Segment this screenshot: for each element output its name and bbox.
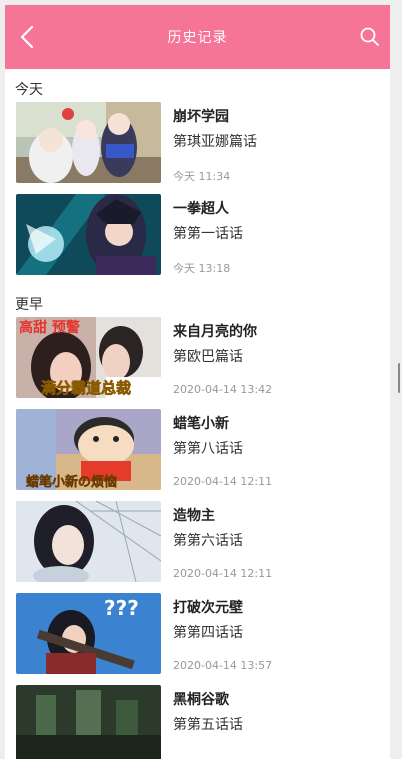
thumb-caption-bottom: 蜡笔小新の烦恼	[26, 474, 117, 490]
item-title: 打破次元壁	[173, 600, 243, 616]
history-item[interactable]: 造物主 第第六话话 2020-04-14 12:11	[5, 501, 390, 593]
item-episode: 第琪亚娜篇话	[173, 134, 257, 150]
header-bar: 历史记录	[5, 5, 390, 69]
item-episode: 第第五话话	[173, 717, 243, 733]
scrollbar[interactable]	[398, 363, 400, 393]
item-time: 2020-04-14 12:11	[173, 475, 273, 488]
thumb-caption-top: 高甜 预警	[19, 319, 80, 336]
item-episode: 第第六话话	[173, 533, 243, 549]
search-button[interactable]	[358, 25, 382, 49]
item-episode: 第第一话话	[173, 226, 243, 242]
item-time: 今天 11:34	[173, 170, 231, 183]
item-title: 一拳超人	[173, 201, 229, 217]
thumbnail	[16, 194, 161, 275]
section-today-label: 今天	[15, 82, 43, 98]
item-title: 来自月亮的你	[173, 324, 257, 340]
thumb-caption-bottom: 满分霸道总裁	[41, 379, 131, 397]
history-item[interactable]: 黑桐谷歌 第第五话话	[5, 685, 390, 759]
item-title: 黑桐谷歌	[173, 692, 229, 708]
history-item[interactable]: 崩坏学园 第琪亚娜篇话 今天 11:34	[5, 102, 390, 194]
search-icon	[360, 27, 379, 46]
section-earlier-label: 更早	[15, 297, 43, 313]
item-time: 2020-04-14 12:11	[173, 567, 273, 580]
page-title: 历史记录	[167, 30, 228, 46]
item-title: 崩坏学园	[173, 109, 229, 125]
item-time: 今天 13:18	[173, 262, 231, 275]
item-time: 2020-04-14 13:57	[173, 659, 273, 672]
history-item[interactable]: 蜡笔小新の烦恼 蜡笔小新 第第八话话 2020-04-14 12:11	[5, 409, 390, 501]
history-item[interactable]: 高甜 预警 满分霸道总裁 来自月亮的你 第欧巴篇话 2020-04-14 13:…	[5, 317, 390, 409]
item-title: 蜡笔小新	[173, 416, 229, 432]
item-episode: 第欧巴篇话	[173, 349, 243, 365]
app-frame: 历史记录 今天 崩坏学园 第琪亚娜篇话 今天 11:34 一拳超人 第第一话话 …	[5, 5, 390, 759]
item-time: 2020-04-14 13:42	[173, 383, 273, 396]
thumb-caption-top: ???	[104, 596, 139, 620]
thumbnail	[16, 685, 161, 759]
item-title: 造物主	[173, 508, 215, 524]
thumbnail: 蜡笔小新の烦恼	[16, 409, 161, 490]
thumbnail	[16, 102, 161, 183]
item-episode: 第第四话话	[173, 625, 243, 641]
thumbnail: ???	[16, 593, 161, 674]
item-episode: 第第八话话	[173, 441, 243, 457]
history-item[interactable]: ??? 打破次元壁 第第四话话 2020-04-14 13:57	[5, 593, 390, 685]
thumbnail: 高甜 预警 满分霸道总裁	[16, 317, 161, 398]
thumbnail	[16, 501, 161, 582]
history-item[interactable]: 一拳超人 第第一话话 今天 13:18	[5, 194, 390, 286]
